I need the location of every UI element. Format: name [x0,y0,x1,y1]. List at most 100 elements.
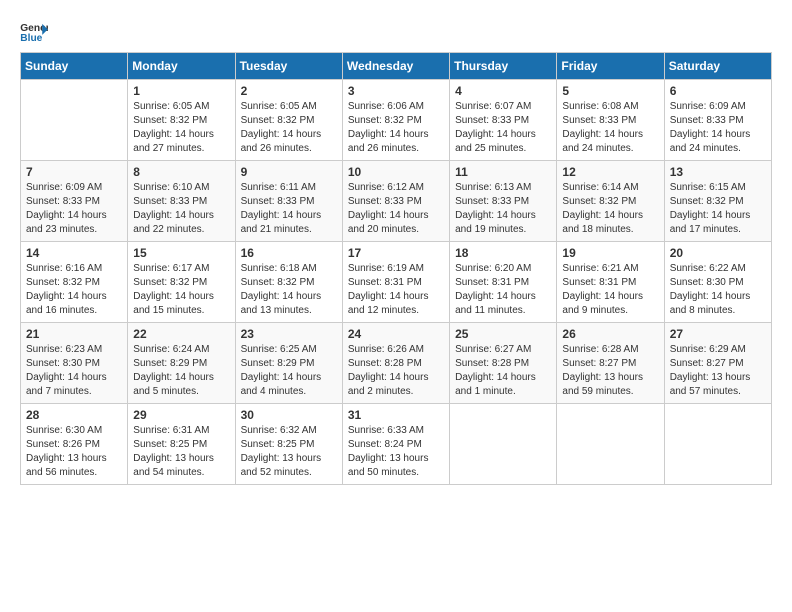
calendar-cell: 26 Sunrise: 6:28 AM Sunset: 8:27 PM Dayli… [557,323,664,404]
day-number: 1 [133,84,229,98]
day-info: Sunrise: 6:30 AM Sunset: 8:26 PM Dayligh… [26,424,122,480]
header-cell-friday: Friday [557,53,664,80]
calendar-cell: 25 Sunrise: 6:27 AM Sunset: 8:28 PM Dayli… [450,323,557,404]
day-number: 10 [348,165,444,179]
day-info: Sunrise: 6:05 AM Sunset: 8:32 PM Dayligh… [241,100,337,156]
day-info: Sunrise: 6:21 AM Sunset: 8:31 PM Dayligh… [562,262,658,318]
calendar-cell: 16Sunrise: 6:18 AM Sunset: 8:32 PM Dayli… [235,242,342,323]
header-cell-sunday: Sunday [21,53,128,80]
day-number: 20 [670,246,766,260]
day-info: Sunrise: 6:07 AM Sunset: 8:33 PM Dayligh… [455,100,551,156]
day-number: 17 [348,246,444,260]
calendar-week-row: 14Sunrise: 6:16 AM Sunset: 8:32 PM Dayli… [21,242,772,323]
calendar-cell: 28 Sunrise: 6:30 AM Sunset: 8:26 PM Dayli… [21,404,128,485]
day-number: 25 [455,327,551,341]
calendar-cell: 29 Sunrise: 6:31 AM Sunset: 8:25 PM Dayli… [128,404,235,485]
calendar-cell: 30 Sunrise: 6:32 AM Sunset: 8:25 PM Dayli… [235,404,342,485]
calendar-cell: 2 Sunrise: 6:05 AM Sunset: 8:32 PM Daylig… [235,80,342,161]
day-number: 7 [26,165,122,179]
day-number: 31 [348,408,444,422]
calendar-cell [450,404,557,485]
calendar-week-row: 7 Sunrise: 6:09 AM Sunset: 8:33 PM Daylig… [21,161,772,242]
day-info: Sunrise: 6:17 AM Sunset: 8:32 PM Dayligh… [133,262,229,318]
calendar-header-row: SundayMondayTuesdayWednesdayThursdayFrid… [21,53,772,80]
day-info: Sunrise: 6:25 AM Sunset: 8:29 PM Dayligh… [241,343,337,399]
calendar-cell: 27 Sunrise: 6:29 AM Sunset: 8:27 PM Dayli… [664,323,771,404]
day-number: 13 [670,165,766,179]
day-number: 15 [133,246,229,260]
day-number: 6 [670,84,766,98]
calendar-cell: 5 Sunrise: 6:08 AM Sunset: 8:33 PM Daylig… [557,80,664,161]
logo: General Blue [20,20,48,42]
calendar-cell: 21Sunrise: 6:23 AM Sunset: 8:30 PM Dayli… [21,323,128,404]
day-info: Sunrise: 6:18 AM Sunset: 8:32 PM Dayligh… [241,262,337,318]
header-cell-monday: Monday [128,53,235,80]
day-info: Sunrise: 6:31 AM Sunset: 8:25 PM Dayligh… [133,424,229,480]
day-number: 24 [348,327,444,341]
calendar-table: SundayMondayTuesdayWednesdayThursdayFrid… [20,52,772,485]
day-info: Sunrise: 6:08 AM Sunset: 8:33 PM Dayligh… [562,100,658,156]
day-number: 21 [26,327,122,341]
day-info: Sunrise: 6:33 AM Sunset: 8:24 PM Dayligh… [348,424,444,480]
day-info: Sunrise: 6:14 AM Sunset: 8:32 PM Dayligh… [562,181,658,237]
day-number: 11 [455,165,551,179]
header-cell-thursday: Thursday [450,53,557,80]
calendar-cell: 15 Sunrise: 6:17 AM Sunset: 8:32 PM Dayli… [128,242,235,323]
calendar-cell: 18 Sunrise: 6:20 AM Sunset: 8:31 PM Dayli… [450,242,557,323]
day-info: Sunrise: 6:12 AM Sunset: 8:33 PM Dayligh… [348,181,444,237]
day-info: Sunrise: 6:24 AM Sunset: 8:29 PM Dayligh… [133,343,229,399]
day-number: 18 [455,246,551,260]
calendar-cell: 1Sunrise: 6:05 AM Sunset: 8:32 PM Daylig… [128,80,235,161]
day-number: 26 [562,327,658,341]
day-number: 27 [670,327,766,341]
day-info: Sunrise: 6:11 AM Sunset: 8:33 PM Dayligh… [241,181,337,237]
day-info: Sunrise: 6:06 AM Sunset: 8:32 PM Dayligh… [348,100,444,156]
calendar-cell: 22 Sunrise: 6:24 AM Sunset: 8:29 PM Dayli… [128,323,235,404]
header-cell-saturday: Saturday [664,53,771,80]
day-number: 8 [133,165,229,179]
header-cell-tuesday: Tuesday [235,53,342,80]
day-number: 22 [133,327,229,341]
calendar-cell: 19Sunrise: 6:21 AM Sunset: 8:31 PM Dayli… [557,242,664,323]
day-number: 23 [241,327,337,341]
day-info: Sunrise: 6:19 AM Sunset: 8:31 PM Dayligh… [348,262,444,318]
day-info: Sunrise: 6:09 AM Sunset: 8:33 PM Dayligh… [26,181,122,237]
calendar-cell: 11Sunrise: 6:13 AM Sunset: 8:33 PM Dayli… [450,161,557,242]
calendar-week-row: 21Sunrise: 6:23 AM Sunset: 8:30 PM Dayli… [21,323,772,404]
calendar-cell: 20 Sunrise: 6:22 AM Sunset: 8:30 PM Dayli… [664,242,771,323]
day-number: 2 [241,84,337,98]
calendar-body: 1 Sunrise: 6:05 AM Sunset: 8:32 PM Daylig… [21,80,772,485]
day-info: Sunrise: 6:26 AM Sunset: 8:28 PM Dayligh… [348,343,444,399]
calendar-cell: 6 Sunrise: 6:09 AM Sunset: 8:33 PM Daylig… [664,80,771,161]
calendar-cell: 14Sunrise: 6:16 AM Sunset: 8:32 PM Dayli… [21,242,128,323]
day-info: Sunrise: 6:28 AM Sunset: 8:27 PM Dayligh… [562,343,658,399]
calendar-cell: 3Sunrise: 6:06 AM Sunset: 8:32 PM Daylig… [342,80,449,161]
day-info: Sunrise: 6:22 AM Sunset: 8:30 PM Dayligh… [670,262,766,318]
calendar-cell: 4 Sunrise: 6:07 AM Sunset: 8:33 PM Daylig… [450,80,557,161]
calendar-week-row: 1 Sunrise: 6:05 AM Sunset: 8:32 PM Daylig… [21,80,772,161]
day-info: Sunrise: 6:32 AM Sunset: 8:25 PM Dayligh… [241,424,337,480]
day-number: 30 [241,408,337,422]
day-info: Sunrise: 6:29 AM Sunset: 8:27 PM Dayligh… [670,343,766,399]
header-cell-wednesday: Wednesday [342,53,449,80]
calendar-week-row: 28 Sunrise: 6:30 AM Sunset: 8:26 PM Dayli… [21,404,772,485]
day-info: Sunrise: 6:27 AM Sunset: 8:28 PM Dayligh… [455,343,551,399]
calendar-cell: 7 Sunrise: 6:09 AM Sunset: 8:33 PM Daylig… [21,161,128,242]
calendar-cell: 12 Sunrise: 6:14 AM Sunset: 8:32 PM Dayli… [557,161,664,242]
calendar-cell: 13Sunrise: 6:15 AM Sunset: 8:32 PM Dayli… [664,161,771,242]
day-number: 5 [562,84,658,98]
day-number: 14 [26,246,122,260]
day-number: 12 [562,165,658,179]
day-number: 4 [455,84,551,98]
calendar-cell: 24 Sunrise: 6:26 AM Sunset: 8:28 PM Dayli… [342,323,449,404]
calendar-cell [557,404,664,485]
calendar-cell: 8 Sunrise: 6:10 AM Sunset: 8:33 PM Daylig… [128,161,235,242]
day-info: Sunrise: 6:09 AM Sunset: 8:33 PM Dayligh… [670,100,766,156]
day-number: 9 [241,165,337,179]
day-number: 28 [26,408,122,422]
day-info: Sunrise: 6:20 AM Sunset: 8:31 PM Dayligh… [455,262,551,318]
day-number: 29 [133,408,229,422]
day-info: Sunrise: 6:10 AM Sunset: 8:33 PM Dayligh… [133,181,229,237]
calendar-cell: 31 Sunrise: 6:33 AM Sunset: 8:24 PM Dayli… [342,404,449,485]
calendar-cell: 17 Sunrise: 6:19 AM Sunset: 8:31 PM Dayli… [342,242,449,323]
